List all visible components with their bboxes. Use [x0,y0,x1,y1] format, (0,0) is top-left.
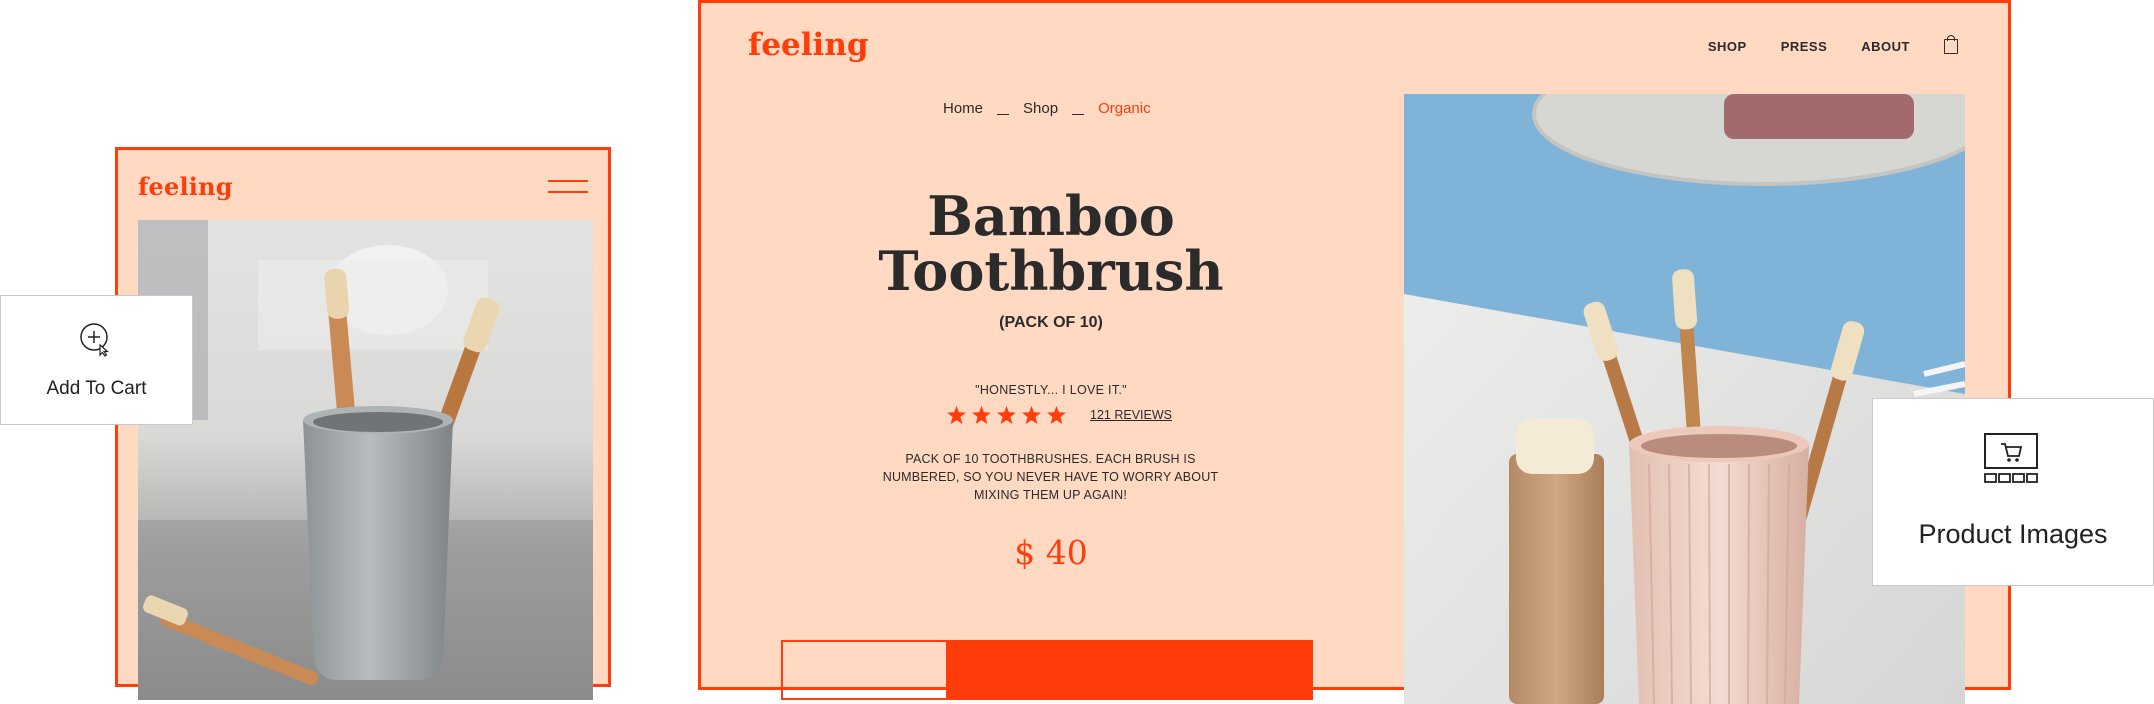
product-price: $ 40 [1014,533,1088,572]
breadcrumb: Home Shop Organic [943,100,1151,117]
product-images-card[interactable]: Product Images [1872,398,2154,586]
mobile-product-image [138,220,593,700]
product-title-line1: Bamboo [927,184,1175,248]
product-subtitle: (PACK OF 10) [999,314,1103,331]
nav-press[interactable]: PRESS [1781,39,1828,54]
add-to-cart-button[interactable] [946,640,1313,700]
add-to-cart-icon [80,323,110,357]
star-icon [997,406,1016,424]
product-gallery-icon [1984,433,2038,483]
star-rating [947,406,1066,424]
nav-about[interactable]: ABOUT [1861,39,1910,54]
star-icon [1047,406,1066,424]
star-icon [1022,406,1041,424]
product-images-label: Product Images [1918,519,2108,549]
add-to-cart-card[interactable]: Add To Cart [0,295,193,425]
reviews-link[interactable]: 121 REVIEWS [1090,408,1172,422]
breadcrumb-separator [1072,114,1085,115]
breadcrumb-separator [997,114,1010,115]
breadcrumb-current: Organic [1098,100,1151,117]
breadcrumb-shop[interactable]: Shop [1023,100,1058,117]
main-nav: SHOP PRESS ABOUT [1708,35,1958,54]
product-title-line2: Toothbrush [878,239,1224,303]
hamburger-icon[interactable] [548,180,588,194]
nav-shop[interactable]: SHOP [1708,39,1747,54]
desktop-frame: feeling SHOP PRESS ABOUT Home Shop Organ… [698,0,2011,704]
shopping-bag-icon[interactable] [1944,35,1958,54]
desktop-logo[interactable]: feeling [748,27,869,63]
breadcrumb-home[interactable]: Home [943,100,983,117]
add-to-cart-label: Add To Cart [46,378,147,399]
star-icon [947,406,966,424]
product-description: PACK OF 10 TOOTHBRUSHES. EACH BRUSH IS N… [882,452,1219,502]
product-title: Bamboo Toothbrush [791,189,1311,299]
product-rating: 121 REVIEWS [947,406,1172,424]
star-icon [972,406,991,424]
review-quote: "HONESTLY... I LOVE IT." [975,383,1127,397]
quantity-selector[interactable] [781,640,948,700]
mobile-logo[interactable]: feeling [138,172,233,201]
